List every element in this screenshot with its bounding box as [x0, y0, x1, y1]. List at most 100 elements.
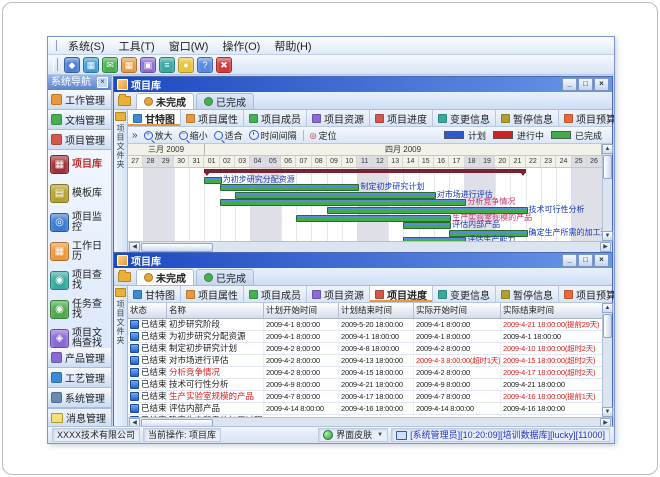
- folder-search-icon[interactable]: [118, 96, 131, 106]
- tab-未完成[interactable]: 未完成: [136, 269, 194, 285]
- tab-项目属性[interactable]: 项目属性: [181, 286, 244, 302]
- menu-帮助(H)[interactable]: 帮助(H): [267, 37, 318, 55]
- exit-icon[interactable]: ✖: [216, 57, 232, 73]
- menu-窗口(W)[interactable]: 窗口(W): [162, 37, 216, 55]
- tab-项目进度[interactable]: 项目进度: [370, 110, 433, 126]
- scroll-right-icon[interactable]: [600, 418, 611, 426]
- scroll-down-icon[interactable]: [602, 407, 613, 417]
- tab-项目进度[interactable]: 项目进度: [370, 286, 433, 302]
- fit-button[interactable]: 适合: [214, 129, 243, 142]
- sidebar-item-项目监控[interactable]: ◎项目监控: [48, 208, 111, 237]
- tab-暂停信息[interactable]: 暂停信息: [496, 110, 559, 126]
- tab-变更信息[interactable]: 变更信息: [433, 110, 496, 126]
- tab-暂停信息[interactable]: 暂停信息: [496, 286, 559, 302]
- sidebar-group-project[interactable]: 项目管理: [48, 130, 111, 150]
- scroll-thumb[interactable]: [141, 243, 213, 252]
- lock-icon[interactable]: ●: [178, 57, 194, 73]
- project-folder-strip[interactable]: 项目文件夹: [114, 286, 128, 426]
- home-icon[interactable]: ◆: [64, 57, 80, 73]
- tab-项目成员[interactable]: 项目成员: [244, 110, 307, 126]
- scroll-down-icon[interactable]: [602, 231, 613, 241]
- sidebar-item-项目文档查找[interactable]: ◈项目文档查找: [48, 324, 111, 348]
- table-row[interactable]: 已结束生产实验室规模的产品2009-4-7 8:00:002009-4-17 1…: [128, 391, 602, 403]
- minimize-button[interactable]: [562, 254, 577, 267]
- table-row[interactable]: 已结束初步研究阶段2009-4-1 8:00:002009-5-20 18:00…: [128, 319, 602, 331]
- gantt-bar-为初步研究分配资源[interactable]: [204, 177, 221, 184]
- tab-变更信息[interactable]: 变更信息: [433, 286, 496, 302]
- zoom-in-button[interactable]: 放大: [144, 129, 173, 142]
- gantt-bar-生产实验室规模的产品[interactable]: [296, 215, 451, 222]
- sidebar-item-项目库[interactable]: ▦项目库: [48, 150, 111, 179]
- sidebar-group-product[interactable]: 产品管理: [48, 348, 111, 368]
- scroll-thumb[interactable]: [603, 314, 612, 338]
- sidebar-group-system[interactable]: 系统管理: [48, 388, 111, 408]
- tab-甘特图[interactable]: 甘特图: [128, 286, 181, 302]
- sidebar-group-document[interactable]: 文档管理: [48, 110, 111, 130]
- locate-button[interactable]: 定位: [310, 129, 337, 142]
- scroll-left-icon[interactable]: [129, 242, 140, 252]
- maximize-button[interactable]: [578, 78, 593, 91]
- column-header-状态[interactable]: 状态: [128, 303, 167, 318]
- folder-search-icon[interactable]: [118, 272, 131, 282]
- menu-系统(S)[interactable]: 系统(S): [61, 37, 112, 55]
- tab-项目成员[interactable]: 项目成员: [244, 286, 307, 302]
- column-header-实际开始时间[interactable]: 实际开始时间: [414, 303, 501, 318]
- tab-项目预算[interactable]: 项目预算: [559, 286, 614, 302]
- table-row[interactable]: 已结束评估内部产品2009-4-14 8:00:002009-4-16 18:0…: [128, 403, 602, 415]
- tab-已完成[interactable]: 已完成: [196, 269, 254, 285]
- table-row[interactable]: 已结束为初步研究分配资源2009-4-1 8:00:002009-4-1 18:…: [128, 331, 602, 343]
- menu-工具(T)[interactable]: 工具(T): [112, 37, 162, 55]
- sidebar-group-process[interactable]: 工艺管理: [48, 368, 111, 388]
- gantt-bar-制定初步研究计划[interactable]: [220, 184, 360, 191]
- scroll-up-icon[interactable]: [602, 303, 613, 313]
- horizontal-scrollbar[interactable]: [128, 241, 612, 252]
- column-header-计划开始时间[interactable]: 计划开始时间: [264, 303, 339, 318]
- sidebar-item-项目查找[interactable]: ◉项目查找: [48, 266, 111, 295]
- tab-甘特图[interactable]: 甘特图: [128, 110, 181, 126]
- chart-icon[interactable]: ▣: [140, 57, 156, 73]
- tab-项目资源[interactable]: 项目资源: [307, 286, 370, 302]
- toolbar-overflow-icon[interactable]: »: [132, 130, 138, 141]
- scroll-thumb[interactable]: [603, 155, 612, 179]
- gantt-bar-对市场进行评估[interactable]: [235, 192, 436, 199]
- zoom-out-button[interactable]: 缩小: [179, 129, 208, 142]
- save-icon[interactable]: ▦: [83, 57, 99, 73]
- mail-icon[interactable]: ✉: [102, 57, 118, 73]
- horizontal-scrollbar[interactable]: [128, 417, 612, 426]
- window-title-bar[interactable]: 项目库: [114, 77, 612, 92]
- table-row[interactable]: 已结束对市场进行评估2009-4-2 8:00:002009-4-13 18:0…: [128, 355, 602, 367]
- maximize-button[interactable]: [578, 254, 593, 267]
- gantt-bar-评估内部产品[interactable]: [403, 222, 451, 229]
- sidebar-item-模板库[interactable]: ▤模板库: [48, 179, 111, 208]
- table-row[interactable]: 已结束技术可行性分析2009-4-9 8:00:002009-4-21 18:0…: [128, 379, 602, 391]
- tab-项目资源[interactable]: 项目资源: [307, 110, 370, 126]
- scroll-left-icon[interactable]: [129, 418, 140, 426]
- tab-项目预算[interactable]: 项目预算: [559, 110, 614, 126]
- project-folder-strip[interactable]: 项目文件夹: [114, 110, 128, 252]
- tab-未完成[interactable]: 未完成: [136, 93, 194, 109]
- column-header-实际结束时间[interactable]: 实际结束时间: [501, 303, 602, 318]
- sidebar-group-work[interactable]: 工作管理: [48, 90, 111, 110]
- gantt-bar-初步研究阶段[interactable]: [204, 169, 525, 173]
- window-title-bar[interactable]: 项目库: [114, 253, 612, 268]
- close-icon[interactable]: [97, 77, 108, 88]
- sidebar-item-工作日历[interactable]: ▦工作日历: [48, 237, 111, 266]
- menu-操作(O)[interactable]: 操作(O): [215, 37, 267, 55]
- minimize-button[interactable]: [562, 78, 577, 91]
- close-button[interactable]: [594, 78, 609, 91]
- vertical-scrollbar[interactable]: [602, 144, 612, 241]
- help-icon[interactable]: ?: [197, 57, 213, 73]
- tab-已完成[interactable]: 已完成: [196, 93, 254, 109]
- column-header-计划结束时间[interactable]: 计划结束时间: [339, 303, 414, 318]
- message-management-tab[interactable]: 消息管理: [48, 408, 111, 426]
- table-row[interactable]: 已结束制定初步研究计划2009-4-2 8:00:002009-4-8 18:0…: [128, 343, 602, 355]
- close-button[interactable]: [594, 254, 609, 267]
- skin-selector[interactable]: 界面皮肤: [318, 428, 388, 442]
- tab-项目属性[interactable]: 项目属性: [181, 110, 244, 126]
- scroll-up-icon[interactable]: [602, 144, 613, 154]
- gantt-chart[interactable]: 为初步研究分配资源制定初步研究计划对市场进行评估分析竞争情况技术可行性分析生产实…: [128, 168, 602, 241]
- gantt-bar-评估生产能力[interactable]: [403, 237, 466, 241]
- vertical-scrollbar[interactable]: [602, 303, 612, 417]
- calculator-icon[interactable]: ≡: [159, 57, 175, 73]
- table-row[interactable]: 已结束分析竞争情况2009-4-2 8:00:002009-4-15 18:00…: [128, 367, 602, 379]
